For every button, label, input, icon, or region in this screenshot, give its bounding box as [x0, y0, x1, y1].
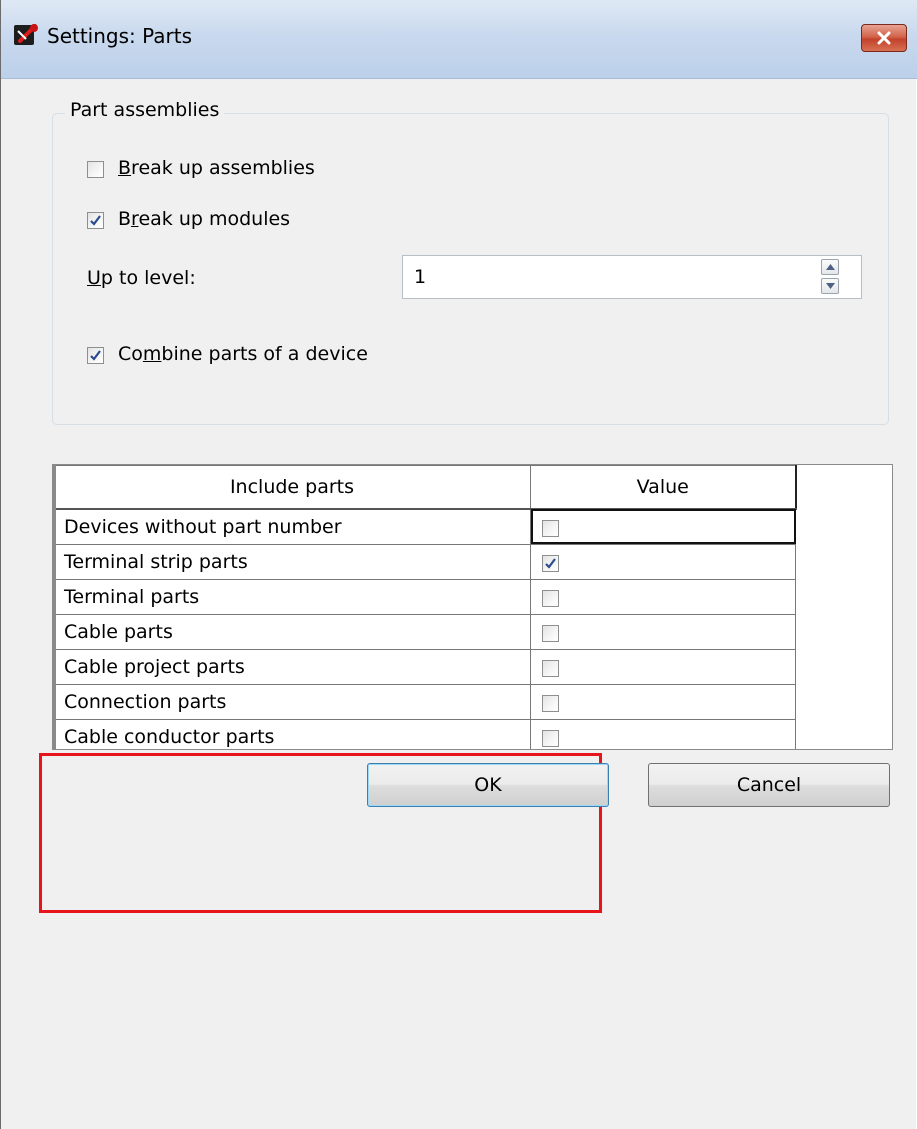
row-label[interactable]: Connection parts [53, 683, 531, 720]
settings-parts-dialog: Settings: Parts Part assemblies Break up… [0, 0, 917, 1129]
combine-parts-checkbox[interactable] [87, 347, 104, 364]
row-value-checkbox[interactable] [542, 520, 559, 537]
row-value-cell[interactable] [530, 683, 796, 720]
row-value-checkbox[interactable] [542, 694, 559, 712]
app-icon [14, 24, 38, 45]
close-icon [877, 31, 891, 45]
row-label[interactable]: Terminal parts [53, 578, 531, 615]
up-to-level-label: Up to level: [87, 267, 196, 289]
row-value-cell[interactable] [530, 648, 796, 685]
include-parts-header[interactable]: Include parts [53, 465, 531, 510]
table-header-row: Include parts Value [53, 465, 797, 510]
level-value[interactable]: 1 [414, 266, 426, 288]
break-up-modules-label[interactable]: Break up modules [118, 208, 290, 230]
row-value-checkbox[interactable] [542, 554, 559, 572]
ok-button[interactable]: OK [367, 763, 609, 807]
row-value-cell[interactable] [530, 718, 796, 749]
row-value-checkbox[interactable] [542, 729, 559, 747]
row-value-checkbox[interactable] [542, 589, 559, 607]
part-assemblies-legend: Part assemblies [65, 99, 225, 121]
row-label[interactable]: Cable project parts [53, 648, 531, 685]
break-up-assemblies-label[interactable]: Break up assemblies [118, 157, 315, 179]
break-up-modules-checkbox[interactable] [87, 212, 104, 229]
row-label[interactable]: Devices without part number [53, 508, 531, 545]
row-label[interactable]: Terminal strip parts [53, 543, 531, 580]
row-value-cell[interactable] [530, 613, 796, 650]
arrow-down-icon [826, 283, 835, 289]
table-row[interactable]: Cable project parts [53, 648, 796, 685]
table-row[interactable]: Connection parts [53, 683, 796, 720]
spin-down-button[interactable] [821, 278, 839, 294]
row-label[interactable]: Cable conductor parts [53, 718, 531, 749]
checkmark-icon [90, 350, 101, 361]
cancel-button[interactable]: Cancel [648, 763, 890, 807]
table-row[interactable]: Devices without part number [53, 508, 796, 545]
row-value-checkbox[interactable] [542, 659, 559, 677]
combine-parts-label[interactable]: Combine parts of a device [118, 343, 368, 365]
spin-up-button[interactable] [821, 259, 839, 275]
close-button[interactable] [861, 24, 907, 52]
grid-left-border [53, 465, 56, 749]
row-value-cell[interactable] [530, 543, 796, 580]
include-parts-grid[interactable]: Include parts Value Devices without part… [52, 464, 893, 750]
row-label[interactable]: Cable parts [53, 613, 531, 650]
checkmark-icon [90, 215, 101, 226]
arrow-up-icon [826, 264, 835, 270]
table-row[interactable]: Cable parts [53, 613, 796, 650]
row-value-cell[interactable] [530, 578, 796, 615]
value-header[interactable]: Value [530, 465, 797, 510]
window-title: Settings: Parts [47, 24, 193, 48]
break-up-assemblies-checkbox[interactable] [87, 161, 104, 178]
checkmark-icon [545, 557, 556, 569]
include-parts-table: Include parts Value Devices without part… [53, 465, 797, 749]
table-row[interactable]: Cable conductor parts [53, 718, 796, 749]
row-value-checkbox[interactable] [542, 624, 559, 642]
row-value-cell[interactable] [530, 508, 796, 545]
table-row[interactable]: Terminal parts [53, 578, 796, 615]
title-bar[interactable]: Settings: Parts [1, 0, 917, 79]
table-row[interactable]: Terminal strip parts [53, 543, 796, 580]
level-input[interactable] [402, 255, 862, 299]
